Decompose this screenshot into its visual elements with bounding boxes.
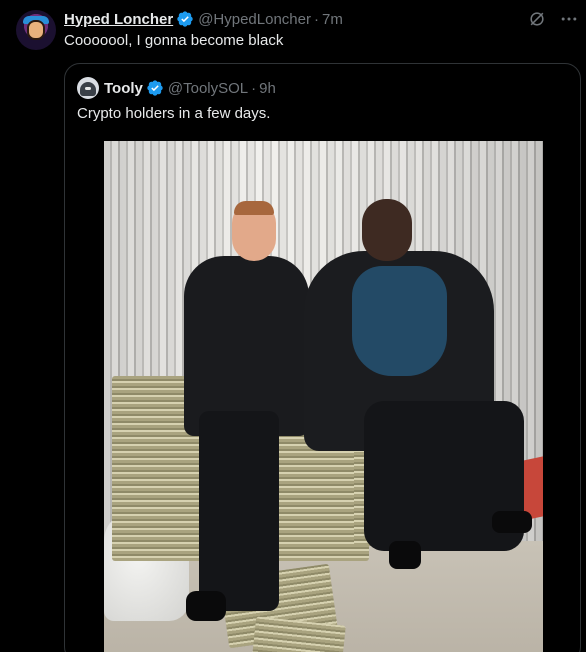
quoted-tweet-text: Crypto holders in a few days. bbox=[77, 105, 271, 122]
tweet-text: Cooooool, I gonna become black bbox=[64, 32, 284, 49]
separator-dot: · bbox=[313, 10, 319, 28]
verified-badge-icon bbox=[146, 79, 164, 97]
grok-icon[interactable] bbox=[526, 8, 548, 30]
quoted-tweet-timestamp[interactable]: 9h bbox=[259, 80, 276, 97]
author-avatar[interactable] bbox=[16, 10, 56, 50]
man-right-shoe bbox=[492, 511, 532, 533]
man-left-hair bbox=[234, 201, 274, 215]
tweet[interactable]: Hyped Loncher @HypedLoncher · 7m Coooooo bbox=[0, 0, 586, 652]
man-right-shoe bbox=[389, 541, 421, 569]
quoted-author-display-name[interactable]: Tooly bbox=[104, 80, 143, 97]
quoted-tweet[interactable]: Tooly @ToolySOL · 9h Crypto holders in a… bbox=[64, 63, 581, 652]
more-icon[interactable] bbox=[558, 8, 580, 30]
tweet-top-actions bbox=[526, 8, 580, 30]
tweet-header: Hyped Loncher @HypedLoncher · 7m bbox=[64, 9, 343, 29]
quoted-author-avatar[interactable] bbox=[77, 77, 99, 99]
man-left-shoe bbox=[186, 591, 226, 621]
man-right-head bbox=[362, 199, 412, 261]
quoted-tweet-photo[interactable] bbox=[104, 141, 543, 652]
avatar-face bbox=[27, 20, 45, 40]
man-right-shirt bbox=[352, 266, 447, 376]
author-handle[interactable]: @HypedLoncher bbox=[198, 11, 311, 28]
author-display-name[interactable]: Hyped Loncher bbox=[64, 11, 173, 28]
verified-badge-icon bbox=[176, 10, 194, 28]
quoted-tweet-header: Tooly @ToolySOL · 9h bbox=[77, 77, 276, 99]
man-left-coat bbox=[184, 256, 309, 436]
quoted-author-handle[interactable]: @ToolySOL bbox=[168, 80, 248, 97]
separator-dot: · bbox=[251, 79, 257, 97]
tweet-timestamp[interactable]: 7m bbox=[322, 11, 343, 28]
man-left-legs bbox=[199, 411, 279, 611]
avatar-eye bbox=[85, 87, 91, 90]
